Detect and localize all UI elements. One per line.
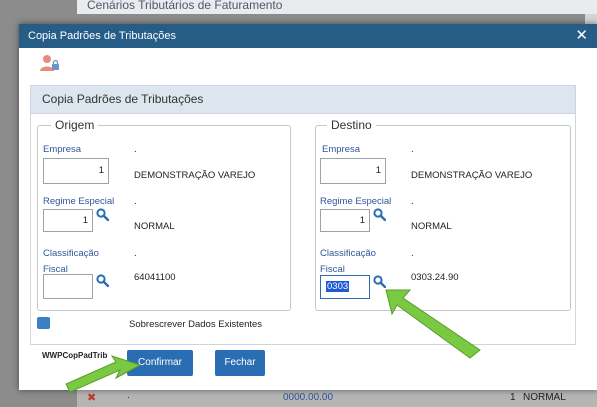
background-window-title: Cenários Tributários de Faturamento: [77, 0, 597, 14]
confirm-button[interactable]: Confirmar: [127, 350, 193, 376]
destino-empresa-label: Empresa: [322, 144, 361, 155]
destino-fieldset: Destino Empresa 1 . DEMONSTRAÇÃO VAREJO …: [315, 119, 571, 311]
copy-panel: Copia Padrões de Tributações Origem Empr…: [30, 85, 576, 345]
search-icon[interactable]: [373, 208, 386, 221]
destino-classificacao-label-2: Fiscal: [320, 264, 345, 275]
origem-empresa-dot: .: [134, 144, 137, 155]
origem-regime-name: NORMAL: [134, 221, 175, 232]
destino-empresa-input[interactable]: 1: [320, 158, 386, 184]
dialog-title: Copia Padrões de Tributações: [28, 30, 176, 42]
copy-tax-defaults-dialog: Copia Padrões de Tributações ✕ Copia Pad…: [19, 24, 597, 390]
destino-regime-name: NORMAL: [411, 221, 452, 232]
destino-legend: Destino: [327, 119, 376, 132]
origem-empresa-label: Empresa: [43, 144, 82, 155]
background-table-row: ✖ . 0000.00.00 1 NORMAL: [77, 388, 597, 407]
program-name: WWPCopPadTrib: [42, 351, 108, 360]
origem-classificacao-label: Classificação: [43, 248, 99, 259]
origem-regime-label: Regime Especial: [43, 196, 115, 207]
destino-empresa-dot: .: [411, 144, 414, 155]
destino-classificacao-selected-text: 0303: [326, 281, 350, 292]
destino-empresa-name: DEMONSTRAÇÃO VAREJO: [411, 170, 533, 181]
background-row-dot: .: [127, 390, 130, 401]
background-row-regime: NORMAL: [523, 392, 566, 403]
destino-classificacao-name: 0303.24.90: [411, 272, 459, 283]
destino-regime-label: Regime Especial: [320, 196, 392, 207]
close-icon[interactable]: ✕: [575, 24, 588, 48]
user-lock-icon: [40, 55, 59, 71]
destino-classificacao-input[interactable]: 0303: [320, 275, 370, 299]
origem-fieldset: Origem Empresa 1 . DEMONSTRAÇÃO VAREJO R…: [37, 119, 291, 311]
destino-classificacao-label: Classificação: [320, 248, 376, 259]
background-row-number: 1: [510, 392, 516, 403]
origem-empresa-name: DEMONSTRAÇÃO VAREJO: [134, 170, 256, 181]
delete-icon: ✖: [87, 392, 97, 404]
destino-regime-input[interactable]: 1: [320, 209, 370, 232]
origem-empresa-input[interactable]: 1: [43, 158, 109, 184]
origem-regime-input[interactable]: 1: [43, 209, 93, 232]
destino-classificacao-dot: .: [411, 248, 414, 259]
close-button[interactable]: Fechar: [215, 350, 265, 376]
panel-title: Copia Padrões de Tributações: [31, 86, 575, 114]
origem-classificacao-dot: .: [134, 248, 137, 259]
overwrite-checkbox-label: Sobrescrever Dados Existentes: [129, 319, 263, 330]
search-icon[interactable]: [96, 274, 109, 287]
origem-regime-dot: .: [134, 196, 137, 207]
overwrite-checkbox[interactable]: [37, 317, 50, 329]
search-icon[interactable]: [96, 208, 109, 221]
origem-classificacao-name: 64041100: [134, 272, 176, 283]
origem-legend: Origem: [51, 119, 99, 132]
origem-classificacao-input[interactable]: [43, 274, 93, 299]
dialog-titlebar: Copia Padrões de Tributações ✕: [19, 24, 597, 48]
destino-regime-dot: .: [411, 196, 414, 207]
search-icon[interactable]: [373, 275, 386, 288]
background-row-code: 0000.00.00: [283, 392, 334, 403]
